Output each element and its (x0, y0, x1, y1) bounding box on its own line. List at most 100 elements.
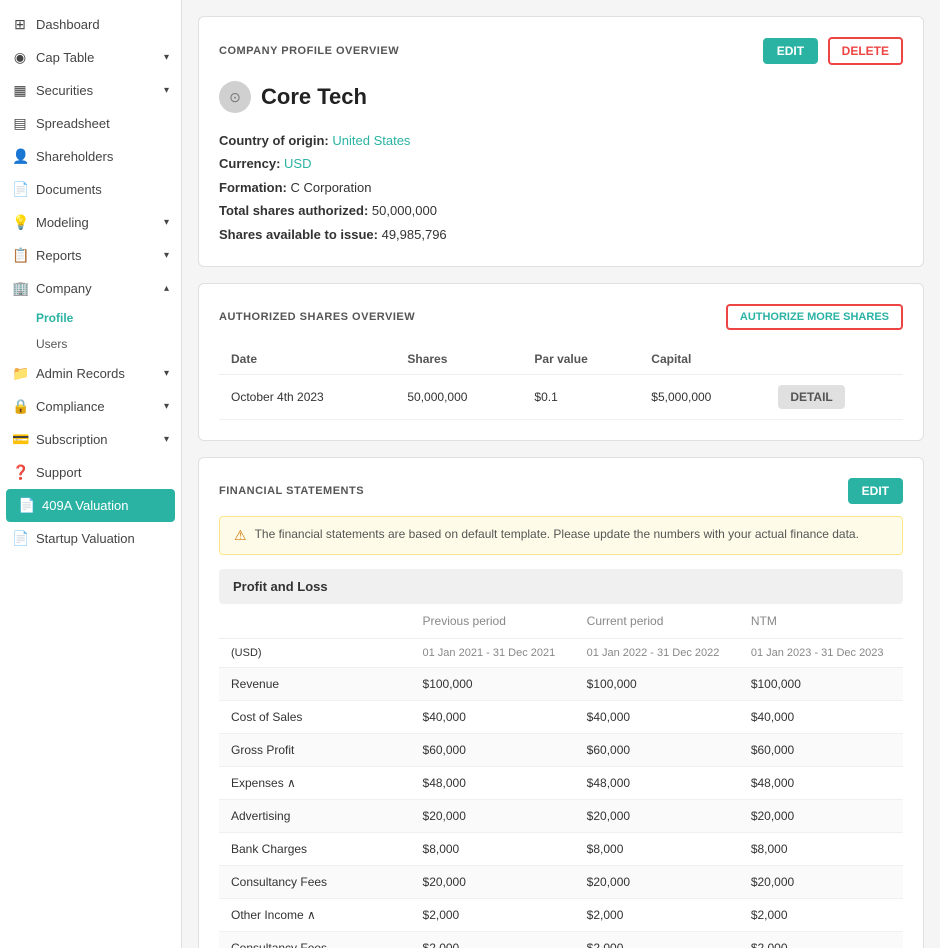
period-header-row: Previous period Current period NTM (219, 604, 903, 639)
sidebar-sub-item-users[interactable]: Users (0, 331, 181, 357)
currency-value: USD (284, 156, 311, 171)
col-par-value: Par value (522, 344, 639, 375)
authorized-shares-table-head: Date Shares Par value Capital (219, 344, 903, 375)
company-name: Core Tech (261, 84, 367, 110)
col-shares: Shares (395, 344, 522, 375)
documents-icon: 📄 (12, 181, 28, 198)
country-value: United States (332, 133, 410, 148)
row-label: Other Income ∧ (219, 898, 411, 931)
row-prev: $48,000 (411, 766, 575, 799)
col-ntm-header: NTM (739, 604, 903, 639)
row-ntm: $48,000 (739, 766, 903, 799)
edit-button[interactable]: EDIT (763, 38, 818, 64)
row-curr: $20,000 (575, 799, 739, 832)
sidebar-item-compliance[interactable]: 🔒 Compliance ▾ (0, 390, 181, 423)
row-prev: $8,000 (411, 832, 575, 865)
total-shares-value: 50,000,000 (372, 203, 437, 218)
row-prev: $100,000 (411, 667, 575, 700)
shareholders-icon: 👤 (12, 148, 28, 165)
support-icon: ❓ (12, 464, 28, 481)
formation-row: Formation: C Corporation (219, 176, 903, 199)
row-shares: 50,000,000 (395, 374, 522, 419)
col-prev-header: Previous period (411, 604, 575, 639)
modeling-icon: 💡 (12, 214, 28, 231)
financial-statements-card: FINANCIAL STATEMENTS EDIT ⚠ The financia… (198, 457, 924, 948)
row-ntm: $2,000 (739, 931, 903, 948)
country-label: Country of origin: (219, 133, 329, 148)
row-curr: $60,000 (575, 733, 739, 766)
financial-statements-header: FINANCIAL STATEMENTS EDIT (219, 478, 903, 504)
sidebar-item-shareholders[interactable]: 👤 Shareholders (0, 140, 181, 173)
financial-statements-table: Previous period Current period NTM (USD)… (219, 604, 903, 948)
authorized-shares-table: Date Shares Par value Capital October 4t… (219, 344, 903, 420)
sidebar-item-admin-records[interactable]: 📁 Admin Records ▾ (0, 357, 181, 390)
alert-icon: ⚠ (234, 527, 247, 544)
financial-table-body: Revenue$100,000$100,000$100,000Cost of S… (219, 667, 903, 948)
authorized-shares-table-body: October 4th 2023 50,000,000 $0.1 $5,000,… (219, 374, 903, 419)
col-date: Date (219, 344, 395, 375)
shares-available-row: Shares available to issue: 49,985,796 (219, 223, 903, 246)
row-prev: $20,000 (411, 865, 575, 898)
country-row: Country of origin: United States (219, 129, 903, 152)
row-curr: $20,000 (575, 865, 739, 898)
chevron-down-icon: ▾ (164, 434, 169, 445)
row-capital: $5,000,000 (639, 374, 766, 419)
sidebar-item-409a-valuation[interactable]: 📄 409A Valuation (6, 489, 175, 522)
delete-button[interactable]: DELETE (828, 37, 903, 65)
sidebar-item-startup-valuation[interactable]: 📄 Startup Valuation (0, 522, 181, 555)
col-action (766, 344, 903, 375)
row-prev: $2,000 (411, 931, 575, 948)
row-label: Revenue (219, 667, 411, 700)
formation-value: C Corporation (291, 180, 372, 195)
sidebar-item-dashboard[interactable]: ⊞ Dashboard (0, 8, 181, 41)
sidebar-item-reports[interactable]: 📋 Reports ▾ (0, 239, 181, 272)
sidebar-item-modeling[interactable]: 💡 Modeling ▾ (0, 206, 181, 239)
sidebar-item-subscription[interactable]: 💳 Subscription ▾ (0, 423, 181, 456)
chevron-down-icon: ▾ (164, 217, 169, 228)
company-profile-card: COMPANY PROFILE OVERVIEW EDIT DELETE ⊙ C… (198, 16, 924, 267)
row-label: Bank Charges (219, 832, 411, 865)
currency-label: Currency: (219, 156, 280, 171)
row-ntm: $20,000 (739, 799, 903, 832)
company-profile-header: COMPANY PROFILE OVERVIEW EDIT DELETE (219, 37, 903, 65)
row-curr: $2,000 (575, 931, 739, 948)
profile-info: Country of origin: United States Currenc… (219, 129, 903, 246)
securities-icon: ▦ (12, 82, 28, 99)
subscription-icon: 💳 (12, 431, 28, 448)
admin-records-icon: 📁 (12, 365, 28, 382)
sidebar-item-company[interactable]: 🏢 Company ▴ (0, 272, 181, 305)
row-ntm: $20,000 (739, 865, 903, 898)
authorize-more-shares-button[interactable]: AUTHORIZE MORE SHARES (726, 304, 903, 330)
row-label: Consultancy Fees (219, 865, 411, 898)
sidebar-item-securities[interactable]: ▦ Securities ▾ (0, 74, 181, 107)
company-icon: 🏢 (12, 280, 28, 297)
detail-button[interactable]: DETAIL (778, 385, 844, 409)
financial-edit-button[interactable]: EDIT (848, 478, 903, 504)
table-row: Revenue$100,000$100,000$100,000 (219, 667, 903, 700)
sidebar-item-cap-table[interactable]: ◉ Cap Table ▾ (0, 41, 181, 74)
currency-row: Currency: USD (219, 152, 903, 175)
sidebar-item-documents[interactable]: 📄 Documents (0, 173, 181, 206)
reports-icon: 📋 (12, 247, 28, 264)
total-shares-label: Total shares authorized: (219, 203, 368, 218)
sidebar-item-spreadsheet[interactable]: ▤ Spreadsheet (0, 107, 181, 140)
compliance-icon: 🔒 (12, 398, 28, 415)
startup-valuation-icon: 📄 (12, 530, 28, 547)
shares-available-value: 49,985,796 (382, 227, 447, 242)
alert-text: The financial statements are based on de… (255, 527, 859, 541)
chevron-down-icon: ▾ (164, 368, 169, 379)
table-row: Cost of Sales$40,000$40,000$40,000 (219, 700, 903, 733)
total-shares-row: Total shares authorized: 50,000,000 (219, 199, 903, 222)
sidebar-sub-item-profile[interactable]: Profile (0, 305, 181, 331)
table-row: Other Income ∧$2,000$2,000$2,000 (219, 898, 903, 931)
row-date: October 4th 2023 (219, 374, 395, 419)
financial-alert-box: ⚠ The financial statements are based on … (219, 516, 903, 555)
financial-statements-title: FINANCIAL STATEMENTS (219, 485, 364, 497)
sidebar: ⊞ Dashboard ◉ Cap Table ▾ ▦ Securities ▾… (0, 0, 182, 948)
sidebar-item-support[interactable]: ❓ Support (0, 456, 181, 489)
row-label: Advertising (219, 799, 411, 832)
409a-icon: 📄 (18, 497, 34, 514)
row-prev: $2,000 (411, 898, 575, 931)
chevron-down-icon: ▾ (164, 85, 169, 96)
table-row: Expenses ∧$48,000$48,000$48,000 (219, 766, 903, 799)
